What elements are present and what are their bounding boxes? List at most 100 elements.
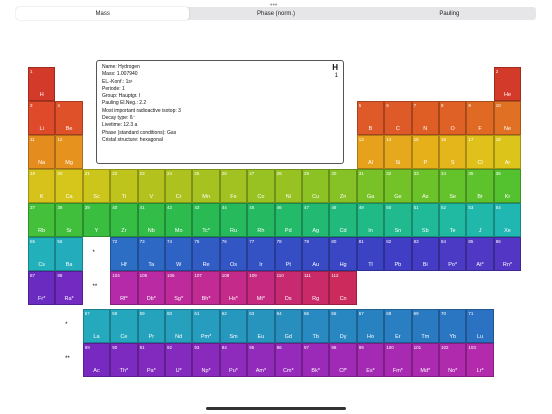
element-cell-j[interactable]: 53 J: [466, 203, 494, 237]
element-cell-c[interactable]: 6C: [384, 101, 412, 135]
element-cell-nd[interactable]: 60 Nd: [165, 309, 193, 343]
element-cell-lr[interactable]: 103 Lr*: [466, 343, 494, 377]
element-cell-pu[interactable]: 94 Pu*: [219, 343, 248, 377]
element-cell-u[interactable]: 92 U*: [165, 343, 193, 377]
element-cell-sg[interactable]: 106 Sg*: [165, 271, 193, 305]
element-cell-md[interactable]: 101 Md*: [411, 343, 439, 377]
element-cell-yb[interactable]: 70 Yb: [439, 309, 467, 343]
element-cell-rb[interactable]: 37 Rb: [28, 203, 56, 237]
element-cell-sr[interactable]: 38 Sr: [55, 203, 83, 237]
element-cell-zr[interactable]: 40 Zr: [110, 203, 138, 237]
element-cell-bi[interactable]: 83 Bi: [411, 237, 439, 271]
element-cell-th[interactable]: 90 Th*: [110, 343, 138, 377]
element-cell-ce[interactable]: 58 Ce: [110, 309, 138, 343]
element-cell-kr[interactable]: 36 Kr: [493, 169, 522, 203]
element-cell-h[interactable]: 1H: [28, 67, 56, 101]
element-cell-ba[interactable]: 56 Ba: [55, 237, 83, 271]
element-cell-pr[interactable]: 59 Pr: [137, 309, 165, 343]
element-cell-ne[interactable]: 10 Ne: [493, 101, 522, 135]
element-cell-mn[interactable]: 25 Mn: [192, 169, 220, 203]
element-cell-b[interactable]: 5B: [356, 101, 385, 135]
element-cell-cu[interactable]: 29 Cu: [302, 169, 330, 203]
element-cell-ni[interactable]: 28 Ni: [274, 169, 302, 203]
element-cell-po[interactable]: 84 Po*: [439, 237, 467, 271]
element-cell-db[interactable]: 105 Db*: [137, 271, 165, 305]
element-cell-no[interactable]: 102 No*: [439, 343, 467, 377]
element-cell-ir[interactable]: 77 Ir: [247, 237, 275, 271]
element-cell-na[interactable]: 11 Na: [28, 135, 56, 169]
element-cell-zn[interactable]: 30 Zn: [329, 169, 357, 203]
element-cell-n[interactable]: 7N: [411, 101, 439, 135]
element-cell-mg[interactable]: 12 Mg: [55, 135, 83, 169]
element-cell-cd[interactable]: 48 Cd: [329, 203, 357, 237]
element-cell-y[interactable]: 39 Y: [82, 203, 111, 237]
element-cell-rf[interactable]: 104 Rf*: [110, 271, 138, 305]
element-cell-se[interactable]: 34 Se: [439, 169, 467, 203]
element-cell-os[interactable]: 76 Os: [219, 237, 248, 271]
element-cell-re[interactable]: 75 Re: [192, 237, 220, 271]
element-cell-es[interactable]: 99 Es*: [356, 343, 385, 377]
element-cell-te[interactable]: 52 Te: [439, 203, 467, 237]
element-cell-gd[interactable]: 64 Gd: [274, 309, 302, 343]
element-cell-sc[interactable]: 21 Sc: [82, 169, 111, 203]
element-cell-la[interactable]: 57 La: [82, 309, 111, 343]
element-cell-lu[interactable]: 71 Lu: [466, 309, 494, 343]
element-cell-ru[interactable]: 44 Ru: [219, 203, 248, 237]
element-cell-hf[interactable]: 72 Hf: [110, 237, 138, 271]
element-cell-f[interactable]: 9F: [466, 101, 494, 135]
element-cell-hg[interactable]: 80 Hg: [329, 237, 357, 271]
element-cell-co[interactable]: 27 Co: [247, 169, 275, 203]
element-cell-fe[interactable]: 26 Fe: [219, 169, 248, 203]
element-cell-er[interactable]: 68 Er: [384, 309, 412, 343]
element-cell-bk[interactable]: 97 Bk*: [302, 343, 330, 377]
element-cell-ga[interactable]: 31 Ga: [356, 169, 385, 203]
element-cell-cl[interactable]: 17 Cl: [466, 135, 494, 169]
element-cell-mt[interactable]: 109 Mt*: [247, 271, 275, 305]
element-cell-k[interactable]: 19 K: [28, 169, 56, 203]
element-cell-fm[interactable]: 100 Fm*: [384, 343, 412, 377]
element-cell-si[interactable]: 14 Si: [384, 135, 412, 169]
element-cell-ge[interactable]: 32 Ge: [384, 169, 412, 203]
element-cell-sm[interactable]: 62 Sm: [219, 309, 248, 343]
element-cell-cn[interactable]: 112 Cn: [329, 271, 357, 305]
element-cell-ar[interactable]: 18 Ar: [493, 135, 522, 169]
element-cell-xe[interactable]: 54 Xe: [493, 203, 522, 237]
element-cell-ta[interactable]: 73 Ta: [137, 237, 165, 271]
element-cell-pd[interactable]: 46 Pd: [274, 203, 302, 237]
element-cell-sn[interactable]: 50 Sn: [384, 203, 412, 237]
element-cell-rh[interactable]: 45 Rh: [247, 203, 275, 237]
element-cell-cs[interactable]: 55 Cs: [28, 237, 56, 271]
element-cell-li[interactable]: 3 Li: [28, 101, 56, 135]
element-cell-v[interactable]: 23 V: [137, 169, 165, 203]
element-cell-ho[interactable]: 67 Ho: [356, 309, 385, 343]
element-cell-bh[interactable]: 107 Bh*: [192, 271, 220, 305]
element-cell-pm[interactable]: 61 Pm*: [192, 309, 220, 343]
element-cell-sb[interactable]: 51 Sb: [411, 203, 439, 237]
element-cell-in[interactable]: 49 In: [356, 203, 385, 237]
element-cell-rn[interactable]: 86 Rn*: [493, 237, 522, 271]
element-cell-rg[interactable]: 111 Rg: [302, 271, 330, 305]
element-cell-p[interactable]: 15 P: [411, 135, 439, 169]
element-cell-ac[interactable]: 89 Ac: [82, 343, 111, 377]
element-cell-be[interactable]: 4 Be: [55, 101, 83, 135]
element-cell-he[interactable]: 2 He: [493, 67, 522, 101]
element-cell-tb[interactable]: 65 Tb: [302, 309, 330, 343]
element-cell-as[interactable]: 33 As: [411, 169, 439, 203]
element-cell-ti[interactable]: 22 Ti: [110, 169, 138, 203]
element-cell-dy[interactable]: 66 Dy: [329, 309, 357, 343]
element-cell-pt[interactable]: 78 Pt: [274, 237, 302, 271]
element-cell-s[interactable]: 16 S: [439, 135, 467, 169]
element-cell-au[interactable]: 79 Au: [302, 237, 330, 271]
element-cell-ca[interactable]: 20 Ca: [55, 169, 83, 203]
element-cell-nb[interactable]: 41 Nb: [137, 203, 165, 237]
element-cell-ds[interactable]: 110 Ds: [274, 271, 302, 305]
element-cell-w[interactable]: 74 W: [165, 237, 193, 271]
element-cell-hs[interactable]: 108 Hs*: [219, 271, 248, 305]
element-cell-tl[interactable]: 81 Tl: [356, 237, 385, 271]
element-cell-tc[interactable]: 43 Tc*: [192, 203, 220, 237]
element-cell-fr[interactable]: 87 Fr*: [28, 271, 56, 305]
element-cell-pa[interactable]: 91 Pa*: [137, 343, 165, 377]
element-cell-mo[interactable]: 42 Mo: [165, 203, 193, 237]
element-cell-eu[interactable]: 63 Eu: [247, 309, 275, 343]
element-cell-pb[interactable]: 82 Pb: [384, 237, 412, 271]
